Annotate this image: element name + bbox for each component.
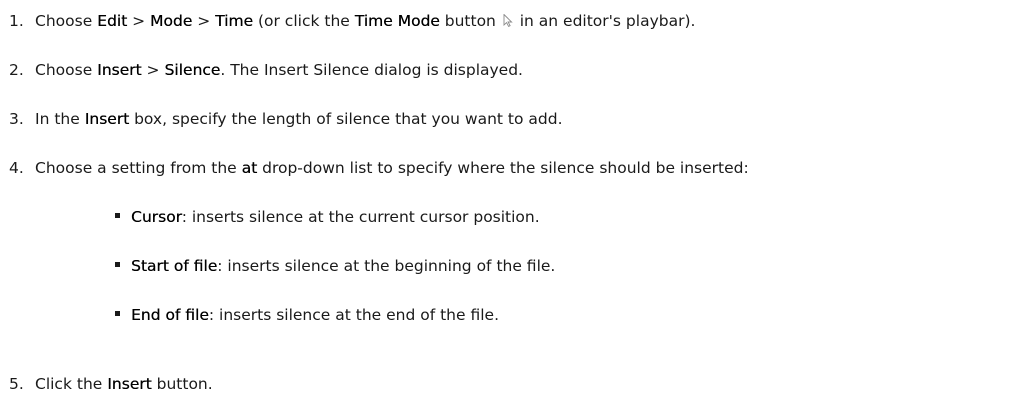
text-run: (or click the — [253, 12, 355, 30]
text-run: > — [141, 61, 165, 79]
at-dropdown-label: at — [241, 159, 258, 177]
insert-button-label: Insert — [107, 375, 152, 393]
bullet-square-icon — [115, 311, 120, 316]
bullet-square-icon — [115, 213, 120, 218]
text-run: button. — [151, 375, 213, 393]
bullet-term: Start of file — [131, 257, 218, 275]
step-4: 4. Choose a setting from the at drop-down… — [0, 158, 749, 178]
bullet-square-icon — [115, 262, 120, 267]
bullet-desc: : inserts silence at the current cursor … — [181, 208, 540, 226]
time-mode-label: Time Mode — [354, 12, 440, 30]
step-3: 3. In the Insert box, specify the length … — [0, 109, 563, 129]
insert-box-label: Insert — [84, 110, 130, 128]
step-5: 5. Click the Insert button. — [0, 374, 213, 394]
step-number: 5. — [9, 375, 24, 393]
step-text: Choose a setting from the at drop-down l… — [35, 158, 749, 178]
step-1: 1. Choose Edit > Mode > Time (or click th… — [0, 11, 695, 31]
text-run: Choose — [35, 61, 98, 79]
text-run: button — [439, 12, 501, 30]
text-run: in an editor's playbar). — [514, 12, 696, 30]
arrow-cursor-icon — [503, 12, 513, 27]
bullet-item-end-of-file: End of file: inserts silence at the end … — [0, 305, 499, 325]
step-number: 3. — [9, 110, 24, 128]
step-number: 4. — [9, 159, 24, 177]
menu-insert: Insert — [97, 61, 142, 79]
bullet-desc: : inserts silence at the end of the file… — [208, 306, 499, 324]
text-run: drop-down list to specify where the sile… — [257, 159, 749, 177]
text-run: > — [127, 12, 151, 30]
instruction-document: 1. Choose Edit > Mode > Time (or click th… — [0, 0, 1026, 412]
text-run: In the — [35, 110, 85, 128]
step-number: 1. — [9, 12, 24, 30]
menu-time: Time — [215, 12, 254, 30]
text-run: Choose a setting from the — [35, 159, 242, 177]
bullet-desc: : inserts silence at the beginning of th… — [217, 257, 556, 275]
step-text: Choose Edit > Mode > Time (or click the … — [35, 11, 695, 31]
menu-mode: Mode — [150, 12, 193, 30]
step-number: 2. — [9, 61, 24, 79]
text-run: Choose — [35, 12, 98, 30]
text-run: > — [192, 12, 216, 30]
step-text: Click the Insert button. — [35, 374, 213, 394]
step-text: In the Insert box, specify the length of… — [35, 109, 563, 129]
menu-edit: Edit — [97, 12, 128, 30]
bullet-term: End of file — [131, 306, 209, 324]
bullet-term: Cursor — [131, 208, 182, 226]
step-text: Choose Insert > Silence. The Insert Sile… — [35, 60, 523, 80]
text-run: box, specify the length of silence that … — [129, 110, 563, 128]
step-2: 2. Choose Insert > Silence. The Insert Si… — [0, 60, 523, 80]
menu-silence: Silence — [164, 61, 221, 79]
text-run: . The Insert Silence dialog is displayed… — [220, 61, 523, 79]
text-run: Click the — [35, 375, 108, 393]
bullet-item-cursor: Cursor: inserts silence at the current c… — [0, 207, 540, 227]
bullet-item-start-of-file: Start of file: inserts silence at the be… — [0, 256, 555, 276]
